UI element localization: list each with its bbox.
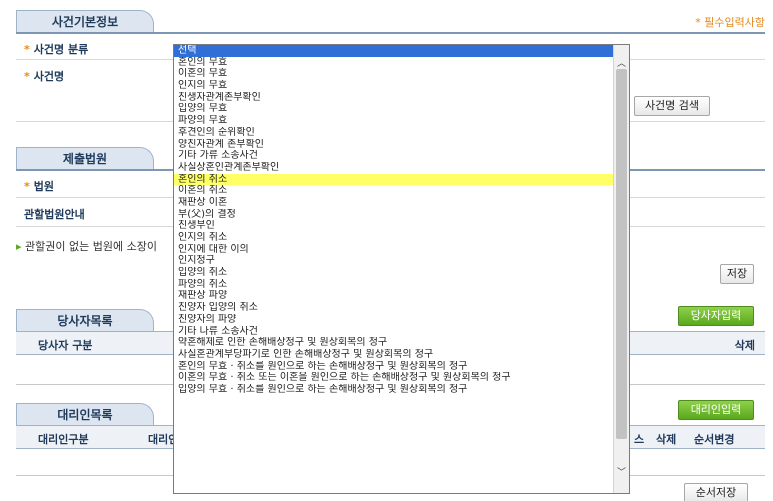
dropdown-option[interactable]: 친생부인 (174, 220, 614, 232)
dropdown-scrollbar[interactable]: ︿ ﹀ (613, 45, 629, 493)
required-note: * 필수입력사항 (695, 16, 765, 29)
dropdown-option[interactable]: 친양자의 파양 (174, 314, 614, 326)
dropdown-option[interactable]: 기타 나류 소송사건 (174, 326, 614, 338)
case-type-options[interactable]: 선택 혼인의 무효 이혼의 무효 인지의 무효 친생자관계존부확인 입양의 무효 파양의 무… (174, 45, 614, 396)
scrollbar-thumb[interactable] (616, 69, 627, 439)
dropdown-option[interactable]: 약혼해제로 인한 손해배상청구 및 원상회복의 청구 (174, 337, 614, 349)
dropdown-option[interactable]: 혼인의 무효 · 취소를 원인으로 하는 손해배상청구 및 원상회복의 청구 (174, 361, 614, 373)
dropdown-option[interactable]: 인지에 대한 이의 (174, 244, 614, 256)
col-order-change: 순서변경 (694, 433, 735, 446)
required-star-icon: * (24, 70, 30, 83)
dropdown-option[interactable]: 입양의 취소 (174, 267, 614, 279)
dropdown-option[interactable]: 파양의 취소 (174, 279, 614, 291)
case-info-title: 사건기본정보 (16, 10, 154, 32)
dropdown-option[interactable]: 기타 가류 소송사건 (174, 150, 614, 162)
dropdown-option[interactable]: 입양의 무효 (174, 103, 614, 115)
court-title: 제출법원 (16, 147, 154, 169)
dropdown-option[interactable]: 부(父)의 결정 (174, 209, 614, 221)
court-guide-label: 관할법원안내 (24, 208, 85, 221)
dropdown-option[interactable]: 양친자관계 존부확인 (174, 139, 614, 151)
dropdown-option[interactable]: 사실상혼인관계존부확인 (174, 162, 614, 174)
agents-title: 대리인목록 (16, 403, 154, 425)
dropdown-option[interactable]: 이혼의 취소 (174, 185, 614, 197)
dropdown-option[interactable]: 혼인의 취소 (174, 173, 614, 186)
dropdown-option[interactable]: 사실혼관계부당파기로 인한 손해배상청구 및 원상회복의 청구 (174, 349, 614, 361)
add-agent-button[interactable]: 대리인입력 (678, 400, 754, 420)
required-star-icon: * (24, 180, 30, 193)
dropdown-option[interactable]: 이혼의 무효 · 취소 또는 이혼을 원인으로 하는 손해배상청구 및 원상회복… (174, 372, 614, 384)
col-s: 스 (634, 433, 645, 446)
dropdown-option[interactable]: 인지의 무효 (174, 80, 614, 92)
case-name-label: * 사건명 (24, 70, 65, 83)
dropdown-option[interactable]: 선택 (174, 45, 614, 57)
required-star-icon: * (24, 43, 30, 56)
dropdown-option[interactable]: 혼인의 무효 (174, 57, 614, 69)
col-agent-delete: 삭제 (656, 433, 677, 446)
dropdown-option[interactable]: 친양자 입양의 취소 (174, 302, 614, 314)
dropdown-option[interactable]: 친생자관계존부확인 (174, 92, 614, 104)
dropdown-option[interactable]: 이혼의 무효 (174, 68, 614, 80)
court-note: ▸ 관할권이 없는 법원에 소장이 (16, 240, 157, 253)
bullet-arrow-icon: ▸ (16, 240, 22, 253)
col-party-delete: 삭제 (734, 339, 755, 352)
dropdown-option[interactable]: 파양의 무효 (174, 115, 614, 127)
dropdown-option[interactable]: 인지청구 (174, 255, 614, 267)
add-party-button[interactable]: 당사자입력 (678, 306, 754, 326)
dropdown-option[interactable]: 재판상 이혼 (174, 197, 614, 209)
dropdown-option[interactable]: 입양의 무효 · 취소를 원인으로 하는 손해배상청구 및 원상회복의 청구 (174, 384, 614, 396)
col-party-type: 당사자 구분 (38, 339, 93, 352)
case-type-label: * 사건명 분류 (24, 43, 89, 56)
order-save-button[interactable]: 순서저장 (684, 483, 748, 501)
court-label: * 법원 (24, 180, 55, 193)
case-name-search-button[interactable]: 사건명 검색 (634, 96, 710, 116)
save-button[interactable]: 저장 (720, 264, 754, 284)
col-agent-type: 대리인구분 (38, 433, 89, 446)
chevron-down-icon[interactable]: ﹀ (616, 468, 627, 479)
parties-title: 당사자목록 (16, 309, 154, 331)
dropdown-option[interactable]: 인지의 취소 (174, 232, 614, 244)
dropdown-option[interactable]: 재판상 파양 (174, 290, 614, 302)
case-type-dropdown[interactable]: 선택 혼인의 무효 이혼의 무효 인지의 무효 친생자관계존부확인 입양의 무효 파양의 무… (173, 44, 630, 494)
dropdown-option[interactable]: 후견인의 순위확인 (174, 127, 614, 139)
